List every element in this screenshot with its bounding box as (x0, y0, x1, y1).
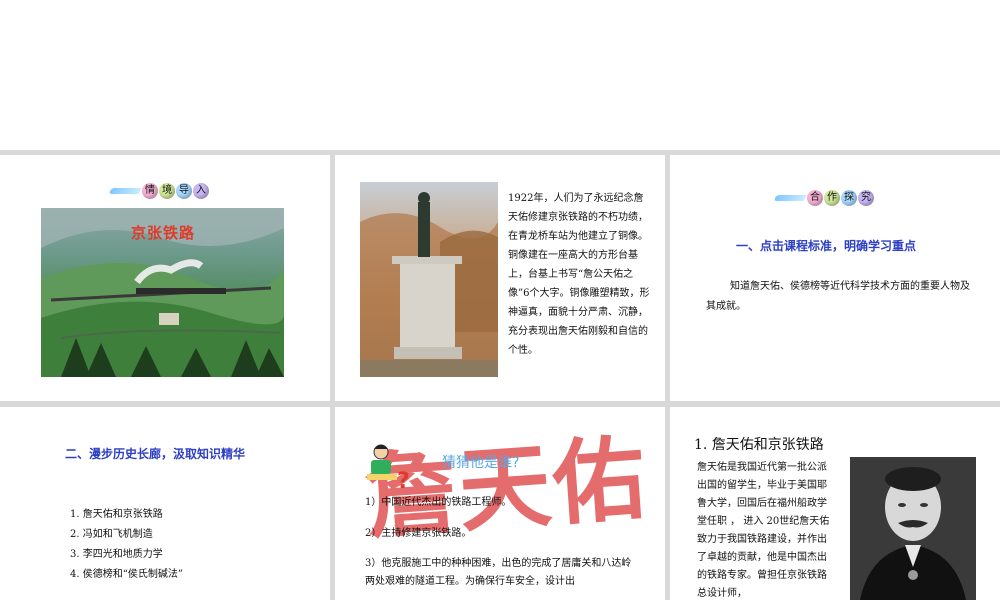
badge-char: 入 (193, 183, 209, 199)
image-title: 京张铁路 (131, 224, 196, 242)
guess-heading: 猜猜他是谁? (442, 455, 520, 471)
topic-list: 1. 詹天佑和京张铁路 2. 冯如和飞机制造 3. 李四光和地质力学 4. 侯德… (70, 505, 183, 585)
clue-1: 1）中国近代杰出的铁路工程师。 (365, 497, 512, 508)
top-blank-area (0, 0, 1000, 150)
badge-char: 导 (176, 183, 192, 199)
badge-char: 究 (858, 190, 874, 206)
list-item: 2. 冯如和飞机制造 (70, 529, 153, 540)
slide-thumbnail-1[interactable]: 情 境 导 入 京张铁路 (0, 155, 330, 401)
statue-illustration (360, 192, 498, 377)
list-item: 3. 李四光和地质力学 (70, 549, 163, 560)
list-item: 4. 侯德榜和“侯氏制碱法” (70, 569, 183, 580)
clue-3: 3）他克服施工中的种种困难，出色的完成了居庸关和八达岭两处艰难的隧道工程。为确保… (365, 558, 632, 587)
statue-photo (360, 182, 498, 377)
clue-2: 2）主持修建京张铁路。 (365, 528, 472, 539)
biography-paragraph: 詹天佑是我国近代第一批公派出国的留学生，毕业于美国耶鲁大学，回国后在福州船政学堂… (697, 462, 830, 599)
slide-thumbnail-6[interactable]: 1. 詹天佑和京张铁路 詹天佑是我国近代第一批公派出国的留学生，毕业于美国耶鲁大… (670, 407, 1000, 600)
slide-thumbnail-3[interactable]: 合 作 探 究 一、点击课程标准，明确学习重点 知道詹天佑、侯德榜等近代科学技术… (670, 155, 1000, 401)
section-paragraph: 知道詹天佑、侯德榜等近代科学技术方面的重要人物及其成就。 (706, 281, 970, 312)
badge-char: 合 (807, 190, 823, 206)
slide-heading: 1. 詹天佑和京张铁路 (694, 437, 824, 453)
section-heading: 二、漫步历史长廊，汲取知识精华 (65, 447, 246, 461)
thinking-person-icon (367, 444, 397, 480)
slide-thumbnail-4[interactable]: 二、漫步历史长廊，汲取知识精华 1. 詹天佑和京张铁路 2. 冯如和飞机制造 3… (0, 407, 330, 600)
slide-thumbnail-5[interactable]: 詹天佑 ? 猜猜他是谁? 1）中国近代杰出的铁路工程师。 2）主持修建京张铁路。… (335, 407, 665, 600)
badge-char: 作 (824, 190, 840, 206)
section-badge-explore: 合 作 探 究 (775, 188, 875, 208)
list-item: 1. 詹天佑和京张铁路 (70, 509, 163, 520)
question-mark-icon: ? (397, 469, 410, 494)
slide-thumbnail-2[interactable]: 1922年，人们为了永远纪念詹天佑修建京张铁路的不朽功绩，在青龙桥车站为他建立了… (335, 155, 665, 401)
portrait-illustration (850, 457, 976, 600)
section-badge-situation: 情 境 导 入 (110, 181, 210, 201)
badge-char: 境 (159, 183, 175, 199)
badge-char: 探 (841, 190, 857, 206)
book-icon (775, 193, 805, 203)
railway-landscape-image: 京张铁路 (41, 208, 284, 377)
book-icon (110, 186, 140, 196)
section-heading: 一、点击课程标准，明确学习重点 (736, 239, 917, 253)
statue-description: 1922年，人们为了永远纪念詹天佑修建京张铁路的不朽功绩，在青龙桥车站为他建立了… (508, 193, 650, 356)
badge-char: 情 (142, 183, 158, 199)
portrait-photo (850, 457, 976, 600)
